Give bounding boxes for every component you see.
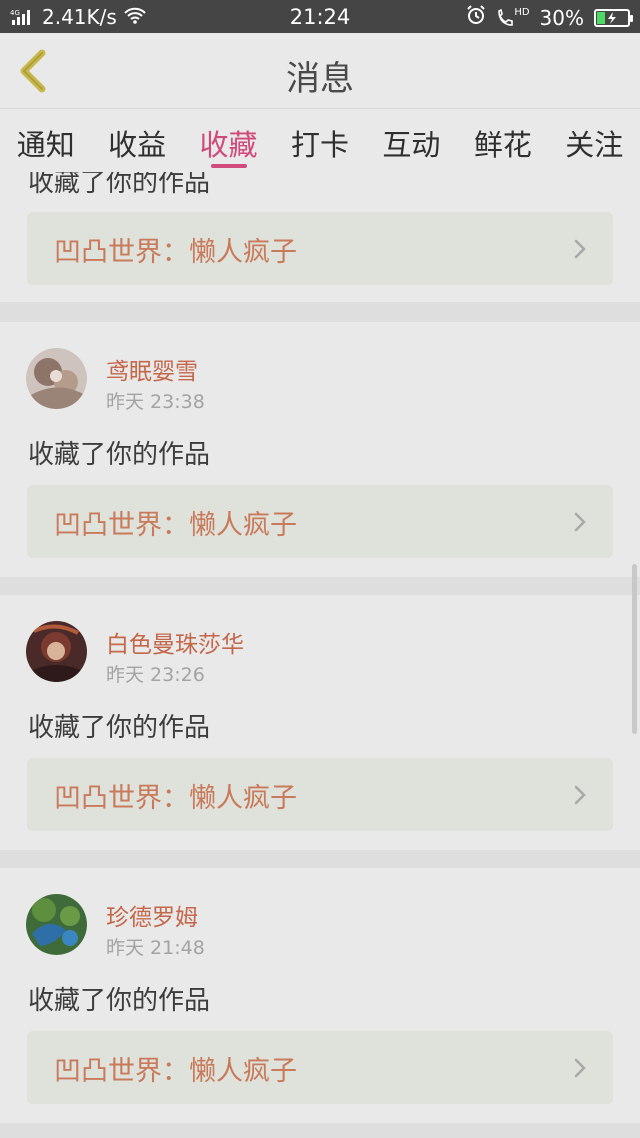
- action-text: 收藏了你的作品: [28, 172, 211, 198]
- list-item: 鸢眠婴雪 昨天 23:38 收藏了你的作品 凹凸世界：懒人疯子: [0, 322, 640, 577]
- work-link[interactable]: 凹凸世界：懒人疯子: [27, 212, 613, 285]
- tab-bar: 通知 收益 收藏 打卡 互动 鲜花 关注: [0, 110, 640, 172]
- list-item: 白色曼珠莎华 昨天 23:26 收藏了你的作品 凹凸世界：懒人疯子: [0, 595, 640, 850]
- page-title: 消息: [286, 59, 354, 99]
- battery-percent: 30%: [539, 5, 584, 30]
- list-item: 收藏了你的作品 凹凸世界：懒人疯子: [0, 172, 640, 302]
- avatar[interactable]: [26, 894, 87, 955]
- timestamp: 昨天 23:26: [106, 664, 205, 686]
- action-text: 收藏了你的作品: [28, 440, 211, 470]
- work-title: 凹凸世界：懒人疯子: [54, 510, 297, 541]
- username[interactable]: 鸢眠婴雪: [106, 352, 198, 386]
- timestamp: 昨天 23:38: [106, 391, 205, 413]
- work-link[interactable]: 凹凸世界：懒人疯子: [27, 758, 613, 831]
- scrollbar[interactable]: [632, 564, 637, 734]
- list-item: 珍德罗姆 昨天 21:48 收藏了你的作品 凹凸世界：懒人疯子: [0, 868, 640, 1123]
- work-title: 凹凸世界：懒人疯子: [54, 783, 297, 814]
- tab-favorites[interactable]: 收藏: [183, 110, 274, 172]
- username[interactable]: 白色曼珠莎华: [106, 625, 244, 659]
- work-title: 凹凸世界：懒人疯子: [54, 237, 297, 268]
- nav-bar: 消息: [0, 33, 640, 109]
- alarm-icon: [466, 5, 486, 30]
- timestamp: 昨天 21:48: [106, 937, 205, 959]
- tab-follow[interactable]: 关注: [549, 110, 640, 172]
- tab-notify[interactable]: 通知: [0, 110, 91, 172]
- username[interactable]: 珍德罗姆: [106, 898, 198, 932]
- chevron-right-icon: [574, 512, 586, 532]
- action-text: 收藏了你的作品: [28, 713, 211, 743]
- tab-checkin[interactable]: 打卡: [274, 110, 365, 172]
- avatar[interactable]: [26, 348, 87, 409]
- work-link[interactable]: 凹凸世界：懒人疯子: [27, 485, 613, 558]
- tab-flowers[interactable]: 鲜花: [457, 110, 548, 172]
- action-text: 收藏了你的作品: [28, 986, 211, 1016]
- tab-earnings[interactable]: 收益: [91, 110, 182, 172]
- battery-icon: [594, 8, 633, 27]
- work-link[interactable]: 凹凸世界：懒人疯子: [27, 1031, 613, 1104]
- tab-interaction[interactable]: 互动: [366, 110, 457, 172]
- work-title: 凹凸世界：懒人疯子: [54, 1056, 297, 1087]
- hd-call-icon: HD: [496, 6, 530, 28]
- chevron-right-icon: [574, 785, 586, 805]
- avatar[interactable]: [26, 621, 87, 682]
- hd-label: HD: [514, 6, 530, 18]
- message-list[interactable]: 收藏了你的作品 凹凸世界：懒人疯子 鸢眠婴雪 昨天 23:38 收藏了你的作品 …: [0, 172, 640, 1138]
- status-bar: 4G 2.41K/s 21:24 HD 30%: [0, 0, 640, 33]
- chevron-right-icon: [574, 239, 586, 259]
- chevron-right-icon: [574, 1058, 586, 1078]
